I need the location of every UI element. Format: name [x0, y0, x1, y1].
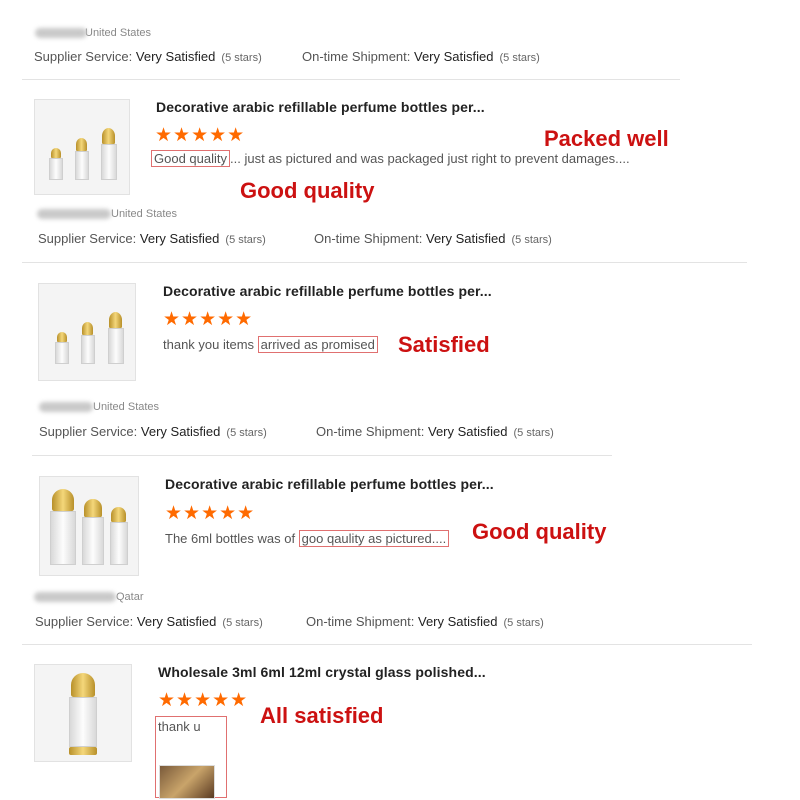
reviewer-country: United States	[93, 401, 160, 413]
product-title-link[interactable]: Wholesale 3ml 6ml 12ml crystal glass pol…	[158, 664, 486, 680]
perfume-bottle-image	[55, 332, 69, 364]
blurred-reviewer-name	[39, 402, 93, 413]
perfume-bottle-image	[75, 138, 89, 180]
highlighted-phrase: arrived as promised	[257, 336, 378, 353]
review-text: Good quality... just as pictured and was…	[151, 150, 630, 167]
perfume-bottle-image	[82, 499, 104, 565]
star-icon: ★★★★★	[155, 125, 246, 146]
perfume-bottle-image	[50, 489, 76, 565]
supplier-service-rating: Supplier Service: Very Satisfied (5 stars…	[39, 424, 267, 439]
review-text: thank u	[158, 719, 201, 734]
supplier-service-rating: Supplier Service: Very Satisfied (5 stars…	[34, 49, 262, 64]
product-title-link[interactable]: Decorative arabic refillable perfume bot…	[156, 99, 485, 115]
reviewer-country: United States	[111, 208, 178, 220]
review-photo[interactable]	[159, 765, 215, 799]
perfume-bottle-image	[81, 322, 95, 364]
review-text: thank you items arrived as promised	[163, 336, 378, 353]
product-thumbnail[interactable]	[34, 664, 132, 762]
product-title-link[interactable]: Decorative arabic refillable perfume bot…	[165, 476, 494, 492]
ontime-shipment-rating: On-time Shipment: Very Satisfied (5 stars…	[306, 614, 544, 629]
perfume-bottle-image	[69, 673, 97, 755]
perfume-bottle-image	[110, 507, 128, 565]
blurred-reviewer-name	[35, 28, 87, 39]
reviewer-country: Qatar	[116, 591, 144, 603]
ontime-shipment-rating: On-time Shipment: Very Satisfied (5 stars…	[302, 49, 540, 64]
divider	[22, 644, 752, 645]
star-icon: ★★★★★	[165, 503, 256, 524]
blurred-reviewer-name	[37, 209, 111, 220]
reviewer-location: United States	[37, 208, 177, 220]
perfume-bottle-image	[101, 128, 117, 180]
annotation-label: Packed well	[544, 126, 669, 151]
reviewer-location: Qatar	[34, 591, 144, 603]
perfume-bottle-image	[49, 148, 63, 180]
product-thumbnail[interactable]	[38, 283, 136, 381]
supplier-service-rating: Supplier Service: Very Satisfied (5 stars…	[35, 614, 263, 629]
supplier-service-rating: Supplier Service: Very Satisfied (5 stars…	[38, 231, 266, 246]
star-icon: ★★★★★	[163, 309, 254, 330]
review-text: The 6ml bottles was of goo qaulity as pi…	[165, 530, 450, 547]
annotation-label: Good quality	[240, 178, 375, 203]
reviewer-country: United States	[85, 27, 152, 39]
reviewer-location: United States	[39, 401, 159, 413]
annotation-label: Good quality	[472, 519, 607, 544]
highlighted-phrase: Good quality	[151, 150, 230, 167]
perfume-bottle-image	[108, 312, 124, 364]
divider	[22, 262, 747, 263]
blurred-reviewer-name	[34, 592, 116, 603]
divider	[22, 79, 680, 80]
product-thumbnail[interactable]	[34, 99, 130, 195]
annotation-label: Satisfied	[398, 332, 490, 357]
highlighted-phrase: goo qaulity as pictured....	[298, 530, 450, 547]
product-title-link[interactable]: Decorative arabic refillable perfume bot…	[163, 283, 492, 299]
reviewer-location: United States	[35, 27, 151, 39]
ontime-shipment-rating: On-time Shipment: Very Satisfied (5 stars…	[314, 231, 552, 246]
divider	[32, 455, 612, 456]
star-icon: ★★★★★	[158, 690, 249, 711]
ontime-shipment-rating: On-time Shipment: Very Satisfied (5 stars…	[316, 424, 554, 439]
annotation-label: All satisfied	[260, 703, 384, 728]
product-thumbnail[interactable]	[39, 476, 139, 576]
